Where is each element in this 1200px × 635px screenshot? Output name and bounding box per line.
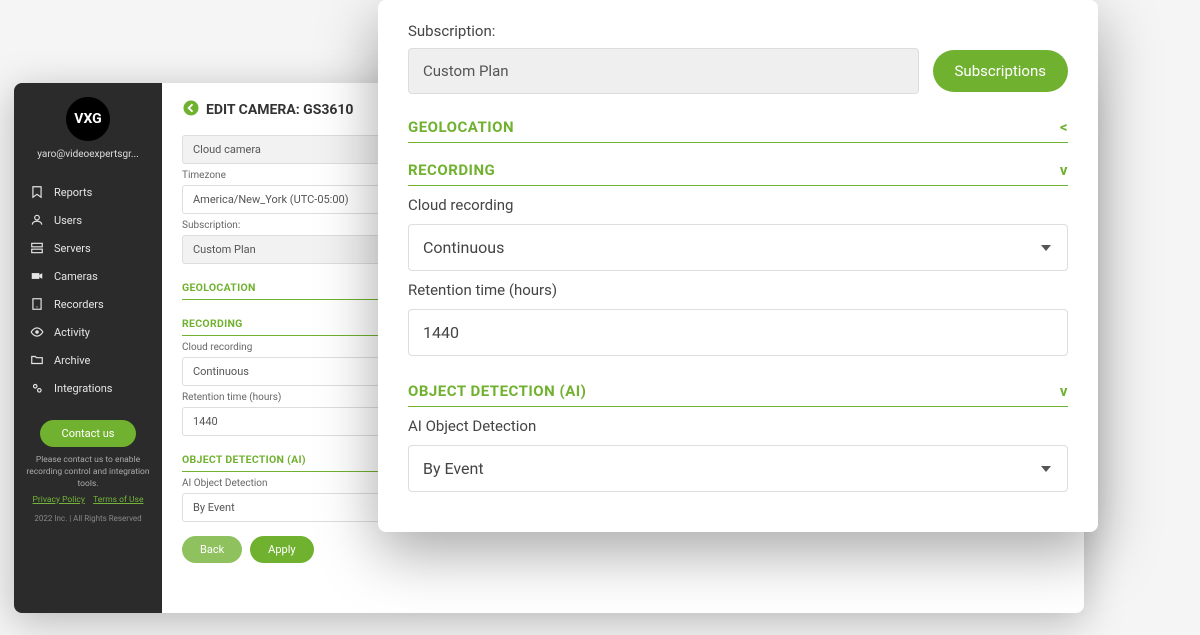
- privacy-link[interactable]: Privacy Policy: [33, 495, 85, 505]
- button-row: Back Apply: [182, 536, 1064, 563]
- nav-recorders[interactable]: Recorders: [14, 290, 162, 318]
- nav-label: Reports: [54, 186, 92, 199]
- subscriptions-button[interactable]: Subscriptions: [933, 50, 1068, 92]
- contact-us-button[interactable]: Contact us: [40, 420, 137, 447]
- detail-modal: Subscription: Custom Plan Subscriptions …: [378, 0, 1098, 532]
- nav-users[interactable]: Users: [14, 206, 162, 234]
- nav-label: Archive: [54, 354, 90, 367]
- modal-ai-object-detection-label: AI Object Detection: [408, 417, 1068, 435]
- modal-retention-input[interactable]: [408, 309, 1068, 356]
- logo: VXG: [66, 97, 110, 141]
- nav-reports[interactable]: Reports: [14, 178, 162, 206]
- recorder-icon: [30, 297, 44, 311]
- nav-label: Integrations: [54, 382, 112, 395]
- back-button[interactable]: Back: [182, 536, 242, 563]
- nav-integrations[interactable]: Integrations: [14, 374, 162, 402]
- nav-activity[interactable]: Activity: [14, 318, 162, 346]
- section-title: RECORDING: [408, 161, 495, 179]
- nav-cameras[interactable]: Cameras: [14, 262, 162, 290]
- modal-retention-label: Retention time (hours): [408, 281, 1068, 299]
- folder-icon: [30, 353, 44, 367]
- section-title: OBJECT DETECTION (AI): [408, 382, 586, 400]
- back-icon[interactable]: [182, 99, 200, 121]
- modal-subscription-row: Custom Plan Subscriptions: [408, 48, 1068, 94]
- modal-ai-object-detection-select[interactable]: By Event: [408, 445, 1068, 492]
- apply-button[interactable]: Apply: [250, 536, 313, 563]
- chevron-down-icon: v: [1060, 382, 1068, 400]
- user-icon: [30, 213, 44, 227]
- terms-link[interactable]: Terms of Use: [93, 495, 143, 505]
- camera-icon: [30, 269, 44, 283]
- modal-subscription-input[interactable]: Custom Plan: [408, 48, 919, 94]
- nav-label: Servers: [54, 242, 91, 255]
- modal-section-geolocation[interactable]: GEOLOCATION <: [408, 110, 1068, 143]
- chevron-down-icon: v: [1060, 161, 1068, 179]
- sidebar: VXG yaro@videoexpertsgr... Reports Users…: [14, 83, 162, 613]
- modal-section-recording[interactable]: RECORDING v: [408, 153, 1068, 186]
- nav: Reports Users Servers Cameras Recorders …: [14, 178, 162, 402]
- footer-text: Please contact us to enable recording co…: [24, 455, 152, 491]
- bookmark-icon: [30, 185, 44, 199]
- section-title: GEOLOCATION: [408, 118, 514, 136]
- nav-label: Activity: [54, 326, 90, 339]
- copyright: 2022 Inc. | All Rights Reserved: [24, 513, 152, 524]
- eye-icon: [30, 325, 44, 339]
- modal-section-object-detection[interactable]: OBJECT DETECTION (AI) v: [408, 374, 1068, 407]
- nav-label: Recorders: [54, 298, 104, 311]
- server-icon: [30, 241, 44, 255]
- chevron-left-icon: <: [1060, 118, 1068, 136]
- nav-archive[interactable]: Archive: [14, 346, 162, 374]
- page-title-text: EDIT CAMERA: GS3610: [206, 102, 353, 118]
- sidebar-footer: Please contact us to enable recording co…: [14, 447, 162, 532]
- nav-label: Users: [54, 214, 82, 227]
- modal-cloud-recording-select[interactable]: Continuous: [408, 224, 1068, 271]
- modal-cloud-recording-label: Cloud recording: [408, 196, 1068, 214]
- gears-icon: [30, 381, 44, 395]
- user-email: yaro@videoexpertsgr...: [14, 149, 162, 160]
- modal-subscription-label: Subscription:: [408, 22, 1068, 40]
- nav-label: Cameras: [54, 270, 98, 283]
- nav-servers[interactable]: Servers: [14, 234, 162, 262]
